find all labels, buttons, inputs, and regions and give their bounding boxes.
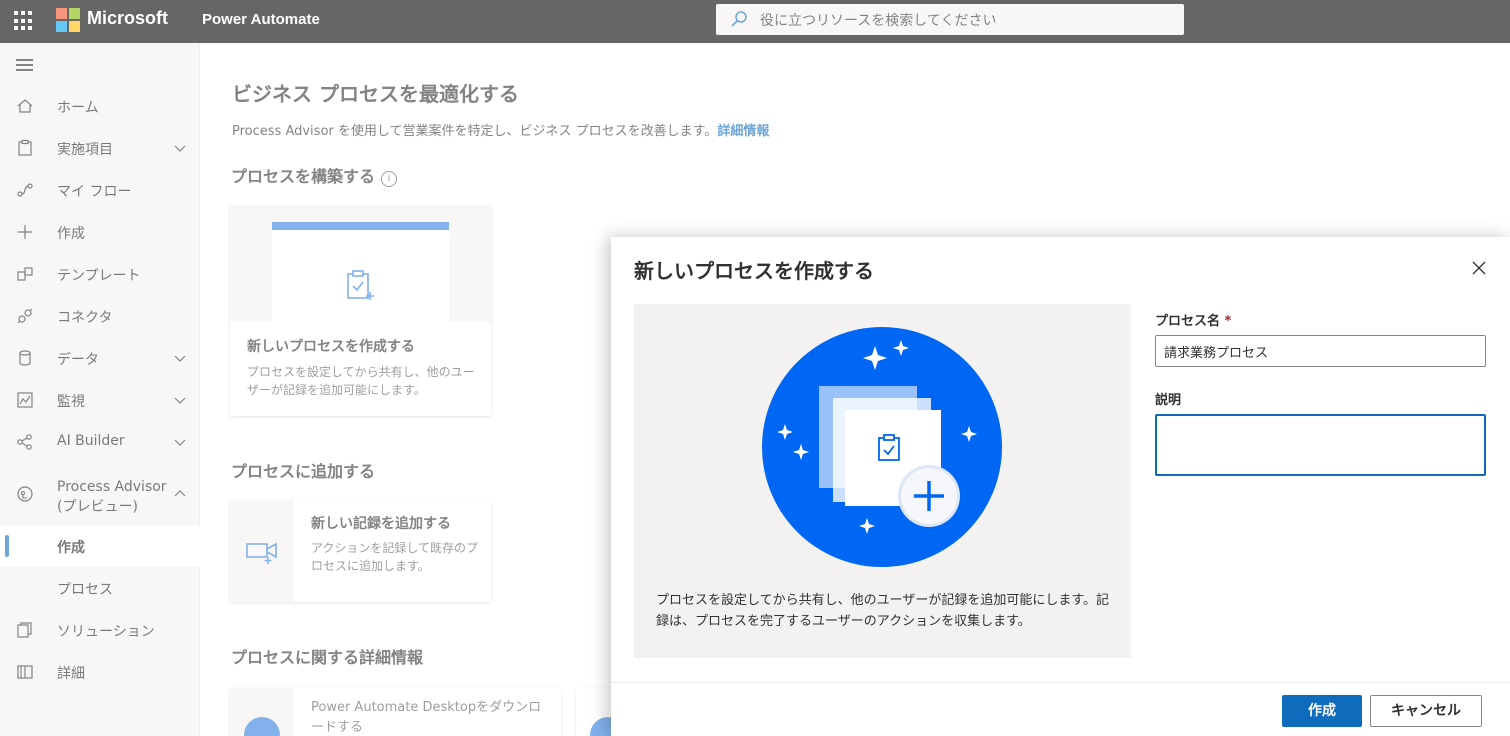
clipboard-icon	[18, 139, 32, 156]
sidebar-item-label: 監視	[57, 394, 85, 410]
search-icon	[731, 11, 747, 27]
home-icon	[17, 99, 33, 113]
chevron-down-icon[interactable]	[173, 141, 187, 155]
card-icon-area	[230, 688, 294, 736]
card-title: 新しいプロセスを作成する	[247, 339, 415, 355]
sidebar-subitem-process[interactable]: プロセス	[0, 567, 200, 609]
card-description: プロセスを設定してから共有し、他のユーザーが記録を追加可能にします。	[247, 365, 475, 397]
sidebar-item-create[interactable]: 作成	[0, 211, 200, 253]
panel-divider	[611, 682, 1510, 683]
search-placeholder: 役に立つリソースを検索してください	[760, 13, 997, 29]
chevron-up-icon[interactable]	[173, 487, 187, 501]
chevron-down-icon[interactable]	[173, 351, 187, 365]
chevron-down-icon[interactable]	[173, 435, 187, 449]
plus-icon	[18, 225, 32, 239]
cancel-button[interactable]: キャンセル	[1370, 695, 1482, 727]
sidebar-item-label: ソリューション	[57, 624, 155, 640]
download-icon	[244, 717, 280, 736]
ai-builder-icon	[17, 434, 32, 450]
subtitle-text: Process Advisor を使用して営業案件を特定し、ビジネス プロセスを…	[232, 124, 718, 139]
microsoft-brand[interactable]: Microsoft	[87, 8, 168, 29]
card-preview-sheet	[272, 222, 449, 322]
flow-icon	[17, 183, 33, 197]
sidebar-item-solutions[interactable]: ソリューション	[0, 609, 200, 651]
sidebar-item-label: 作成	[57, 226, 85, 242]
info-icon[interactable]: i	[381, 171, 398, 187]
sidebar-item-learn[interactable]: 詳細	[0, 651, 200, 693]
page-title: ビジネス プロセスを最適化する	[232, 82, 519, 106]
sidebar-item-label: 詳細	[57, 666, 85, 682]
create-process-panel: 新しいプロセスを作成する プロセスを設定してから共有し、他のユーザーが記録を追加…	[611, 237, 1510, 736]
book-icon	[17, 665, 33, 679]
sidebar: ホーム 実施項目 マイ フロー 作成 テンプレート コネクタ データ 監視 AI…	[0, 43, 200, 736]
panel-title: 新しいプロセスを作成する	[634, 259, 874, 283]
process-name-label-text: プロセス名	[1155, 314, 1221, 329]
top-bar: Microsoft Power Automate 役に立つリソースを検索してくだ…	[0, 0, 1510, 43]
card-description: アクションを記録して既存のプロセスに追加します。	[311, 541, 479, 573]
solution-icon	[17, 622, 32, 638]
chevron-down-icon[interactable]	[173, 393, 187, 407]
sidebar-item-ai-builder[interactable]: AI Builder	[0, 421, 200, 463]
sidebar-item-label: データ	[57, 352, 99, 368]
sidebar-item-my-flows[interactable]: マイ フロー	[0, 169, 200, 211]
microsoft-logo-icon	[56, 8, 80, 32]
sidebar-item-data[interactable]: データ	[0, 337, 200, 379]
section-build-heading: プロセスを構築する i	[231, 163, 398, 187]
app-launcher-icon[interactable]	[14, 11, 34, 31]
create-process-card[interactable]: 新しいプロセスを作成する プロセスを設定してから共有し、他のユーザーが記録を追加…	[230, 206, 491, 416]
sidebar-item-home[interactable]: ホーム	[0, 85, 200, 127]
description-textarea[interactable]	[1155, 414, 1486, 476]
sidebar-item-label: 作成	[57, 540, 85, 556]
card-icon-area	[230, 500, 294, 602]
create-button[interactable]: 作成	[1282, 695, 1362, 727]
sidebar-item-label: Process Advisor (プレビュー)	[57, 479, 167, 515]
sidebar-item-label: コネクタ	[57, 310, 113, 326]
sidebar-item-label: 実施項目	[57, 142, 113, 158]
section-add-heading: プロセスに追加する	[231, 462, 376, 481]
new-process-illustration	[762, 327, 1002, 567]
card-preview	[230, 206, 491, 322]
illustration-description: プロセスを設定してから共有し、他のユーザーが記録を追加可能にします。記録は、プロ…	[656, 593, 1110, 629]
learn-more-link[interactable]: 詳細情報	[717, 124, 769, 139]
app-name[interactable]: Power Automate	[202, 11, 320, 28]
section-details-heading: プロセスに関する詳細情報	[231, 648, 424, 667]
search-box[interactable]: 役に立つリソースを検索してください	[716, 4, 1184, 35]
illustration-area: プロセスを設定してから共有し、他のユーザーが記録を追加可能にします。記録は、プロ…	[634, 304, 1131, 658]
template-icon	[17, 267, 33, 281]
card-title: Power Automate Desktopをダウンロードする	[311, 700, 542, 735]
sidebar-item-monitor[interactable]: 監視	[0, 379, 200, 421]
sidebar-item-label: テンプレート	[57, 268, 141, 284]
hamburger-menu-icon[interactable]	[16, 59, 33, 71]
section-build-title: プロセスを構築する	[231, 167, 376, 186]
video-camera-icon	[246, 542, 277, 564]
card-title: 新しい記録を追加する	[311, 516, 451, 532]
sidebar-item-label: ホーム	[57, 100, 99, 116]
sidebar-item-label: マイ フロー	[57, 184, 132, 200]
process-advisor-icon	[17, 486, 33, 502]
database-icon	[19, 350, 31, 366]
sidebar-item-connectors[interactable]: コネクタ	[0, 295, 200, 337]
page-subtitle: Process Advisor を使用して営業案件を特定し、ビジネス プロセスを…	[232, 120, 769, 139]
description-label: 説明	[1155, 393, 1182, 408]
connector-icon	[17, 308, 33, 324]
sidebar-item-process-advisor[interactable]: Process Advisor (プレビュー)	[0, 473, 200, 515]
sidebar-item-templates[interactable]: テンプレート	[0, 253, 200, 295]
close-icon[interactable]	[1470, 259, 1488, 277]
process-name-label: プロセス名 *	[1155, 310, 1231, 329]
sidebar-item-label: プロセス	[57, 582, 113, 598]
monitor-icon	[17, 392, 33, 408]
sidebar-item-action-items[interactable]: 実施項目	[0, 127, 200, 169]
download-desktop-card[interactable]: Power Automate Desktopをダウンロードする	[230, 688, 561, 736]
required-marker: *	[1224, 314, 1232, 329]
sidebar-item-label: AI Builder	[57, 433, 125, 449]
sidebar-subitem-create[interactable]: 作成	[0, 525, 200, 567]
process-name-input[interactable]: 請求業務プロセス	[1155, 335, 1486, 367]
add-recording-card[interactable]: 新しい記録を追加する アクションを記録して既存のプロセスに追加します。	[230, 500, 491, 602]
clipboard-plus-icon	[347, 270, 374, 300]
